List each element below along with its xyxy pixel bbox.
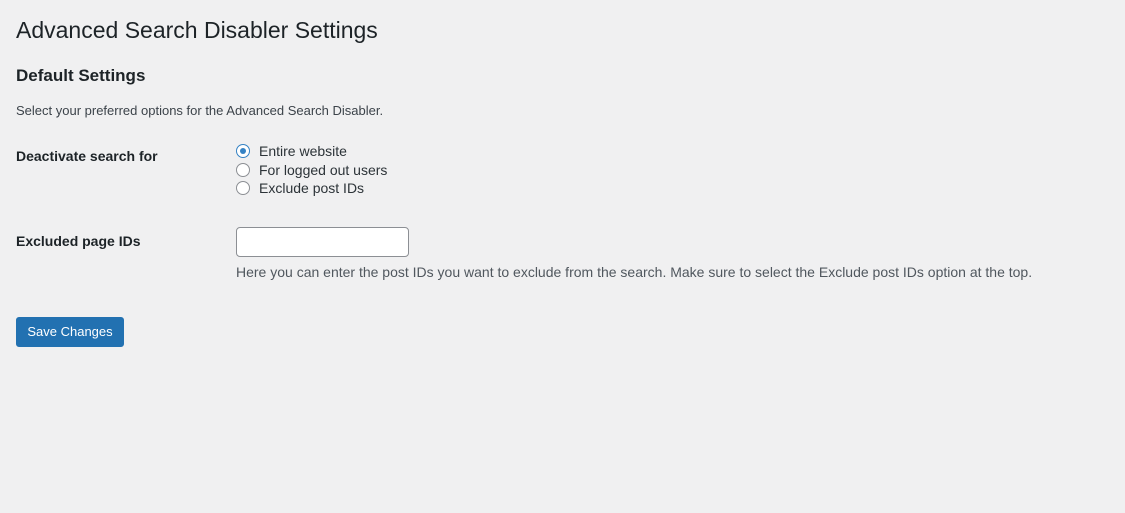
excluded-page-ids-label: Excluded page IDs (16, 233, 141, 249)
section-title: Default Settings (16, 66, 146, 85)
save-changes-button[interactable]: Save Changes (16, 317, 124, 347)
page-title: Advanced Search Disabler Settings (16, 17, 378, 43)
section-description: Select your preferred options for the Ad… (16, 103, 384, 118)
radio-button-logged-out-users[interactable] (236, 162, 250, 177)
radio-button-exclude-post-ids[interactable] (236, 181, 250, 196)
radio-option-entire-website[interactable]: Entire website (236, 142, 387, 161)
radio-label-exclude-post-ids[interactable]: Exclude post IDs (259, 179, 364, 197)
radio-label-entire-website[interactable]: Entire website (259, 142, 347, 160)
radio-option-logged-out-users[interactable]: For logged out users (236, 161, 387, 180)
radio-button-entire-website[interactable] (236, 144, 250, 159)
settings-page: Advanced Search Disabler Settings Defaul… (0, 0, 1125, 513)
excluded-page-ids-input[interactable] (236, 227, 409, 257)
radio-label-logged-out-users[interactable]: For logged out users (259, 161, 387, 179)
deactivate-search-label: Deactivate search for (16, 148, 158, 164)
excluded-page-ids-help-text: Here you can enter the post IDs you want… (236, 264, 1033, 280)
radio-option-exclude-post-ids[interactable]: Exclude post IDs (236, 179, 387, 198)
deactivate-search-radio-group: Entire website For logged out users Excl… (236, 142, 387, 198)
